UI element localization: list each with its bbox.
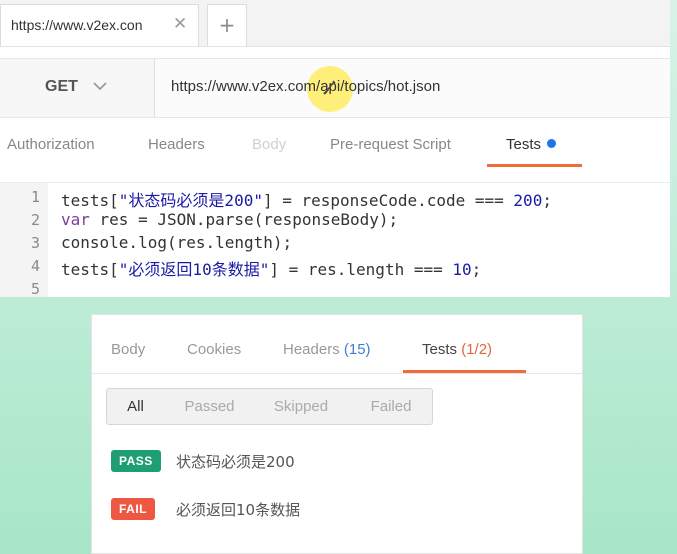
code-token: 10 <box>452 260 472 279</box>
tab-response-cookies[interactable]: Cookies <box>187 341 241 358</box>
request-tab-title: https://www.v2ex.con <box>11 17 143 33</box>
modified-dot-icon <box>547 139 557 148</box>
tab-response-body[interactable]: Body <box>111 341 145 358</box>
tab-strip: https://www.v2ex.con ✕ + <box>0 0 670 47</box>
request-tab[interactable]: https://www.v2ex.con ✕ <box>0 4 199 46</box>
code-token: ] = res.length === <box>269 260 453 279</box>
headers-count: (15) <box>343 341 371 358</box>
code-token: 200 <box>513 191 543 210</box>
url-input[interactable]: https://www.v2ex.com/api/topics/hot.json <box>155 59 670 117</box>
response-panel: Body Cookies Headers (15) Tests (1/2) Al… <box>91 314 583 554</box>
tests-count: (1/2) <box>461 341 493 358</box>
code-line: var res = JSON.parse(responseBody); <box>61 210 398 229</box>
response-active-underline <box>403 370 526 373</box>
request-window: https://www.v2ex.con ✕ + GET https://www… <box>0 0 670 298</box>
code-token: var <box>61 210 90 229</box>
tab-authorization[interactable]: Authorization <box>7 128 95 168</box>
request-tabs: Authorization Headers Body Pre-request S… <box>0 128 670 168</box>
line-number: 4 <box>30 257 40 275</box>
active-tab-underline <box>487 164 582 167</box>
line-number-gutter: 1 2 3 4 5 <box>0 183 48 298</box>
line-number: 3 <box>30 234 40 252</box>
filter-passed-button[interactable]: Passed <box>174 389 245 424</box>
code-token: ] = responseCode.code === <box>262 191 514 210</box>
line-number: 1 <box>30 188 40 206</box>
chevron-down-icon <box>93 82 107 91</box>
code-token: "必须返回10条数据" <box>118 260 270 279</box>
url-text: https://www.v2ex.com/api/topics/hot.json <box>171 78 441 95</box>
tab-headers[interactable]: Headers <box>148 128 205 168</box>
filter-skipped-button[interactable]: Skipped <box>264 389 338 424</box>
code-editor[interactable]: 1 2 3 4 5 tests["状态码必须是200"] = responseC… <box>0 182 670 298</box>
code-token: console.log(res.length); <box>61 233 293 252</box>
code-token: res = JSON.parse(responseBody); <box>89 210 399 229</box>
code-token: "状态码必须是200" <box>118 191 263 210</box>
fail-badge: FAIL <box>111 498 155 520</box>
tab-tests[interactable]: Tests <box>506 128 557 168</box>
tab-tests-label: Tests <box>506 136 542 153</box>
response-headers-label: Headers <box>283 341 340 358</box>
code-line: tests["必须返回10条数据"] = res.length === 10; <box>61 256 481 280</box>
code-token: tests[ <box>61 191 119 210</box>
tab-pre-request-script[interactable]: Pre-request Script <box>330 128 451 168</box>
line-number: 2 <box>30 211 40 229</box>
test-filter-group: All Passed Skipped Failed <box>106 388 433 425</box>
pen-cursor-icon <box>323 80 336 95</box>
filter-failed-button[interactable]: Failed <box>359 389 423 424</box>
code-token: tests[ <box>61 260 119 279</box>
tab-body[interactable]: Body <box>252 128 286 168</box>
url-bar: GET https://www.v2ex.com/api/topics/hot.… <box>0 58 670 118</box>
method-select[interactable]: GET <box>0 59 155 117</box>
plus-icon[interactable]: + <box>207 4 247 46</box>
code-token: ; <box>471 260 482 279</box>
close-icon[interactable]: ✕ <box>173 14 187 34</box>
filter-all-button[interactable]: All <box>107 389 164 424</box>
test-result-text: 必须返回10条数据 <box>176 501 301 519</box>
line-number: 5 <box>30 280 40 298</box>
pass-badge: PASS <box>111 450 161 472</box>
code-token: ; <box>542 191 552 210</box>
response-tabs: Body Cookies Headers (15) Tests (1/2) <box>92 315 582 374</box>
code-line: console.log(res.length); <box>61 233 292 252</box>
test-result-text: 状态码必须是200 <box>176 453 295 471</box>
code-line: tests["状态码必须是200"] = responseCode.code =… <box>61 187 552 211</box>
tab-response-headers[interactable]: Headers (15) <box>283 341 371 358</box>
tab-response-tests[interactable]: Tests (1/2) <box>422 341 492 358</box>
response-tests-label: Tests <box>422 341 458 358</box>
method-label: GET <box>45 78 78 95</box>
